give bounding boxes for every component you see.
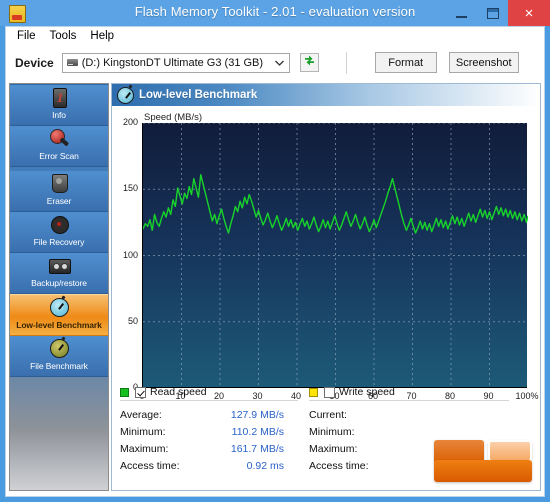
read-speed-color-swatch xyxy=(120,387,129,397)
menu-item-help[interactable]: Help xyxy=(83,28,121,44)
title-bar: Flash Memory Toolkit - 2.01 - evaluation… xyxy=(0,0,550,26)
sidebar-item-label: Error Scan xyxy=(39,151,79,161)
body-area: Info Error Scan Eraser File Recovery Bac… xyxy=(5,80,545,497)
sidebar-item-label: Eraser xyxy=(46,196,72,206)
chart-y-axis-label: Speed (MB/s) xyxy=(144,112,203,123)
stopwatch-icon xyxy=(48,295,70,319)
chart-legend: Read speed Write speed xyxy=(112,384,540,404)
minimize-button[interactable] xyxy=(446,0,477,26)
close-button[interactable]: × xyxy=(508,0,550,26)
stat-label: Current: xyxy=(309,408,347,421)
sidebar-item-label: File Benchmark xyxy=(30,361,88,371)
sidebar: Info Error Scan Eraser File Recovery Bac… xyxy=(9,83,109,491)
toolbar: Device (D:) KingstonDT Ultimate G3 (31 G… xyxy=(5,45,545,80)
sidebar-item-file-benchmark[interactable]: File Benchmark xyxy=(10,336,108,377)
legend-read-speed[interactable]: Read speed xyxy=(120,386,207,398)
magnifier-icon xyxy=(48,128,70,150)
sidebar-item-low-level-benchmark[interactable]: Low-level Benchmark xyxy=(10,294,108,336)
content-panel: Low-level Benchmark Speed (MB/s) 0501001… xyxy=(111,83,541,491)
chart-y-tick: 50 xyxy=(127,315,138,326)
stat-value: 161.7 MB/s xyxy=(230,442,284,455)
eraser-icon xyxy=(48,173,70,195)
stat-label: Maximum: xyxy=(120,442,169,455)
legend-write-speed[interactable]: Write speed xyxy=(309,386,395,398)
legend-divider xyxy=(309,400,509,401)
chart-y-tick: 200 xyxy=(122,117,138,127)
stat-row: Maximum: 161.7 MB/s xyxy=(120,440,300,457)
sidebar-item-eraser[interactable]: Eraser xyxy=(10,171,108,212)
sidebar-item-label: File Recovery xyxy=(33,237,85,247)
stat-value: 110.2 MB/s xyxy=(231,425,284,438)
sidebar-item-label: Backup/restore xyxy=(31,278,87,288)
device-select[interactable]: (D:) KingstonDT Ultimate G3 (31 GB) xyxy=(61,52,290,73)
menu-item-tools[interactable]: Tools xyxy=(43,28,84,44)
toolbar-separator xyxy=(345,51,347,74)
stat-label: Access time: xyxy=(309,459,369,472)
refresh-icon xyxy=(303,54,316,72)
chart-plot-area xyxy=(142,123,528,388)
sidebar-item-info[interactable]: Info xyxy=(10,85,108,126)
stat-value: 127.9 MB/s xyxy=(230,408,284,421)
screenshot-button[interactable]: Screenshot xyxy=(448,52,519,73)
read-speed-checkbox[interactable] xyxy=(135,386,146,398)
menu-tools-label: Tools xyxy=(49,30,77,42)
sidebar-item-error-scan[interactable]: Error Scan xyxy=(10,126,108,167)
refresh-button[interactable] xyxy=(299,53,319,72)
chart-svg xyxy=(143,123,528,388)
tape-icon xyxy=(48,255,71,277)
write-speed-checkbox[interactable] xyxy=(324,386,335,398)
stopwatch-olive-icon xyxy=(48,336,70,360)
menu-help-label: Help xyxy=(90,30,115,42)
write-speed-label: Write speed xyxy=(339,386,395,398)
stat-row: Current: xyxy=(309,406,509,423)
maximize-button[interactable] xyxy=(477,0,508,26)
read-stats-column: Average: 127.9 MB/s Minimum: 110.2 MB/s … xyxy=(120,406,300,474)
sidebar-item-label: Info xyxy=(52,110,66,120)
panel-header: Low-level Benchmark xyxy=(112,84,540,106)
stat-label: Maximum: xyxy=(309,442,358,455)
minimize-icon xyxy=(456,15,467,18)
stat-label: Average: xyxy=(120,408,162,421)
close-icon: × xyxy=(524,4,534,22)
benchmark-chart: Speed (MB/s) 050100150200 01020304050607… xyxy=(112,106,540,406)
chart-y-tick: 150 xyxy=(122,183,138,194)
stat-row: Access time: 0.92 ms xyxy=(120,457,300,474)
stat-label: Minimum: xyxy=(309,425,355,438)
legend-divider xyxy=(120,400,298,401)
chart-y-tick: 100 xyxy=(122,249,138,260)
stat-label: Minimum: xyxy=(120,425,166,438)
legit-reviews-logo xyxy=(430,438,538,488)
sidebar-item-backup-restore[interactable]: Backup/restore xyxy=(10,253,108,294)
menu-item-file[interactable]: File xyxy=(10,28,43,44)
stat-row: Minimum: 110.2 MB/s xyxy=(120,423,300,440)
app-window: Flash Memory Toolkit - 2.01 - evaluation… xyxy=(0,0,550,502)
device-select-value: (D:) KingstonDT Ultimate G3 (31 GB) xyxy=(81,56,264,69)
menu-file-label: File xyxy=(17,30,36,42)
menu-bar: File Tools Help xyxy=(5,26,545,45)
sidebar-item-file-recovery[interactable]: File Recovery xyxy=(10,212,108,253)
panel-title: Low-level Benchmark xyxy=(139,89,258,101)
device-label: Device xyxy=(15,55,54,70)
chevron-down-icon xyxy=(271,54,289,72)
window-controls: × xyxy=(446,0,550,26)
disc-icon xyxy=(48,214,70,236)
sidebar-item-label: Low-level Benchmark xyxy=(16,320,102,330)
drive-icon xyxy=(66,59,78,66)
stat-label: Access time: xyxy=(120,459,180,472)
info-icon xyxy=(48,87,70,109)
stat-value: 0.92 ms xyxy=(246,459,284,472)
stopwatch-icon xyxy=(117,84,134,104)
maximize-icon xyxy=(486,7,499,19)
stat-row: Average: 127.9 MB/s xyxy=(120,406,300,423)
read-speed-label: Read speed xyxy=(150,386,207,398)
format-button[interactable]: Format xyxy=(374,52,437,73)
write-speed-color-swatch xyxy=(309,387,318,397)
